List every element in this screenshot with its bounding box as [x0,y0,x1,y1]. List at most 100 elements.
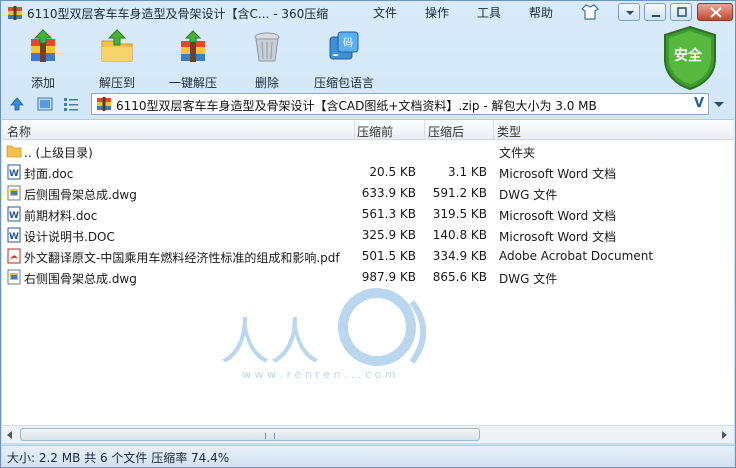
word-doc-icon: W [7,206,21,222]
address-bar[interactable]: 6110型双层客车车身造型及骨架设计【含CAD图纸+文档资料】.zip - 解包… [91,93,709,115]
file-name: .. (上级目录) [24,146,93,160]
list-item[interactable]: 后侧围骨架总成.dwg 633.9 KB 591.2 KB DWG 文件 [2,183,734,204]
file-size: 20.5 KB [369,165,416,179]
menu-file[interactable]: 文件 [373,4,397,21]
file-packed-size: 591.2 KB [432,186,487,200]
file-name: 封面.doc [24,167,74,181]
list-item[interactable]: .. (上级目录) 文件夹 [2,141,734,162]
column-divider[interactable] [354,120,355,140]
maximize-icon [677,7,687,17]
column-header: 名称 压缩前 压缩后 类型 [2,120,734,140]
extract-to-button[interactable]: 解压到 [95,29,139,91]
file-name: 后侧围骨架总成.dwg [24,188,137,202]
column-type[interactable]: 类型 [497,123,521,140]
watermark-url: w w w . r e n r e n . . . c o m [242,368,396,381]
file-type: DWG 文件 [499,188,558,202]
delete-button[interactable]: 删除 [247,29,287,91]
file-type: DWG 文件 [499,272,558,286]
address-dropdown-icon[interactable] [711,96,727,112]
menu-help[interactable]: 帮助 [529,4,553,21]
list-item[interactable]: W 封面.doc 20.5 KB 3.1 KB Microsoft Word 文… [2,162,734,183]
file-size: 325.9 KB [361,228,416,242]
code-language-icon: 码 [329,31,359,60]
status-text: 大小: 2.2 MB 共 6 个文件 压缩率 74.4% [7,451,230,465]
list-item[interactable]: W 设计说明书.DOC 325.9 KB 140.8 KB Microsoft … [2,225,734,246]
watermark-logo-icon [338,288,427,366]
extract-folder-icon [101,29,133,62]
add-archive-icon [31,29,55,62]
main-menu-button[interactable] [618,3,640,21]
menu-tools[interactable]: 工具 [477,4,501,21]
file-packed-size: 334.9 KB [432,249,487,263]
svg-text:W: W [9,169,19,179]
scroll-grip [265,433,275,439]
file-name: 设计说明书.DOC [24,230,115,244]
column-divider[interactable] [424,120,425,140]
svg-text:码: 码 [343,37,353,49]
list-item[interactable]: 右侧围骨架总成.dwg 987.9 KB 865.6 KB DWG 文件 [2,267,734,288]
security-badge[interactable]: 安全 [661,25,719,91]
window-title: 6110型双层客车车身造型及骨架设计【含C... - 360压缩 [27,7,329,21]
extract-to-label: 解压到 [98,76,135,90]
pdf-file-icon [7,248,21,264]
folder-icon [6,145,22,158]
file-packed-size: 3.1 KB [448,165,487,179]
address-path: 6110型双层客车车身造型及骨架设计【含CAD图纸+文档资料】.zip - 解包… [116,99,597,113]
archive-language-button[interactable]: 码 压缩包语言 [311,29,377,91]
close-button[interactable] [697,3,733,21]
word-doc-icon: W [7,227,21,243]
title-bar[interactable]: 6110型双层客车车身造型及骨架设计【含C... - 360压缩 文件 操作 工… [1,1,735,25]
scroll-thumb[interactable] [20,428,480,441]
file-name: 前期材料.doc [24,209,98,223]
word-doc-icon: W [7,164,21,180]
column-packed[interactable]: 压缩后 [428,123,464,140]
file-packed-size: 319.5 KB [432,207,487,221]
minimize-icon [652,15,660,17]
scroll-right-icon[interactable] [718,429,730,441]
watermark-text: 人人 [220,313,320,371]
list-item[interactable]: W 前期材料.doc 561.3 KB 319.5 KB Microsoft W… [2,204,734,225]
column-size[interactable]: 压缩前 [357,123,393,140]
horizontal-scrollbar[interactable] [2,425,734,443]
svg-text:W: W [9,211,19,221]
status-bar: 大小: 2.2 MB 共 6 个文件 压缩率 74.4% [2,445,734,467]
file-size: 561.3 KB [361,207,416,221]
file-size: 501.5 KB [361,249,416,263]
one-click-extract-button[interactable]: 一键解压 [165,29,221,91]
one-click-extract-label: 一键解压 [168,76,217,90]
toolbar: 添加 解压到 一键解压 删除 码 压缩包语言 安全 [1,25,735,91]
up-level-icon[interactable] [9,96,25,112]
list-item[interactable]: 外文翻译原文-中国乘用车燃料经济性标准的组成和影响.pdf 501.5 KB 3… [2,246,734,267]
dropdown-arrow-icon [626,11,634,15]
watermark: 人人 w w w . r e n r e n . . . c o m [212,280,512,390]
add-button[interactable]: 添加 [23,29,63,91]
app-window: 6110型双层客车车身造型及骨架设计【含C... - 360压缩 文件 操作 工… [0,0,736,468]
view-icons-icon[interactable] [37,96,53,112]
scroll-left-icon[interactable] [4,429,16,441]
svg-text:W: W [9,232,19,242]
file-type: 文件夹 [499,146,536,160]
file-size: 987.9 KB [361,270,416,284]
one-click-extract-icon [181,30,205,62]
view-list-icon[interactable] [63,96,79,112]
zip-file-icon [97,97,111,111]
skin-shirt-icon[interactable] [581,3,599,21]
column-divider[interactable] [493,120,494,140]
minimize-button[interactable] [644,3,666,21]
file-size: 633.9 KB [361,186,416,200]
file-list[interactable]: 名称 压缩前 压缩后 类型 .. (上级目录) 文件夹 W 封面.doc 20.… [2,119,734,443]
file-type: Microsoft Word 文档 [499,167,617,181]
archive-language-label: 压缩包语言 [313,76,374,90]
column-name[interactable]: 名称 [7,123,31,140]
file-type: Microsoft Word 文档 [499,209,617,223]
address-v-mark: V [693,96,704,111]
file-packed-size: 865.6 KB [432,270,487,284]
maximize-button[interactable] [670,3,692,21]
add-label: 添加 [30,76,55,90]
close-icon [710,7,722,18]
file-name: 外文翻译原文-中国乘用车燃料经济性标准的组成和影响.pdf [24,251,340,265]
file-packed-size: 140.8 KB [432,228,487,242]
trash-can-icon [254,32,280,62]
dwg-file-icon [7,185,21,201]
menu-operation[interactable]: 操作 [425,4,449,21]
